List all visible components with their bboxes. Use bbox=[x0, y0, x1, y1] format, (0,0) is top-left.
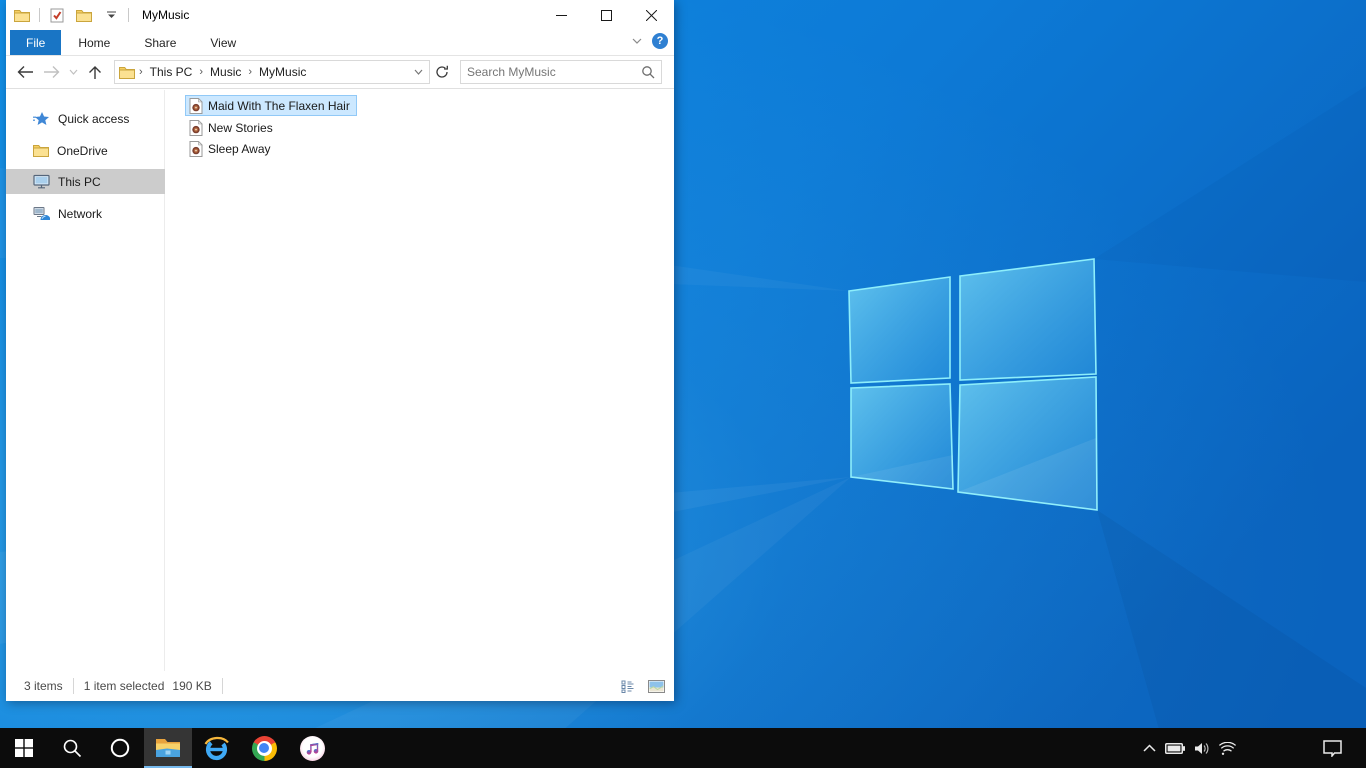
location-folder-icon bbox=[119, 66, 135, 79]
windows-start-icon bbox=[15, 739, 33, 757]
back-button[interactable] bbox=[12, 59, 38, 85]
breadcrumb-mymusic[interactable]: MyMusic bbox=[259, 65, 306, 79]
start-button[interactable] bbox=[0, 728, 48, 768]
large-thumbnails-view-button[interactable] bbox=[646, 676, 666, 696]
breadcrumb-music[interactable]: Music bbox=[210, 65, 241, 79]
onedrive-folder-icon bbox=[33, 144, 49, 157]
minimize-button[interactable] bbox=[539, 0, 584, 30]
tab-view[interactable]: View bbox=[193, 30, 253, 55]
customize-quick-access-chevron[interactable] bbox=[101, 4, 121, 26]
action-center-button[interactable] bbox=[1312, 728, 1352, 768]
up-button[interactable] bbox=[82, 59, 108, 85]
sidebar-item-quick-access[interactable]: Quick access bbox=[6, 106, 165, 131]
forward-button[interactable] bbox=[38, 59, 64, 85]
status-separator bbox=[221, 678, 223, 694]
breadcrumb-this-pc[interactable]: This PC bbox=[150, 65, 193, 79]
chrome-icon bbox=[251, 735, 277, 761]
chrome-button[interactable] bbox=[240, 728, 288, 768]
ribbon-right-controls: ? bbox=[632, 33, 668, 49]
system-tray bbox=[1143, 728, 1236, 768]
tab-home[interactable]: Home bbox=[61, 30, 127, 55]
tab-file[interactable]: File bbox=[10, 30, 62, 55]
itunes-button[interactable] bbox=[288, 728, 336, 768]
sidebar-item-label: This PC bbox=[58, 174, 101, 189]
navigation-toolbar: › This PC › Music › MyMusic bbox=[6, 56, 674, 89]
ribbon-tab-bar: File Home Share View bbox=[6, 30, 674, 56]
file-explorer-icon bbox=[156, 739, 180, 757]
status-selected-count: 1 item selected bbox=[83, 679, 165, 693]
action-center-icon bbox=[1322, 739, 1342, 757]
sidebar-item-label: Network bbox=[58, 206, 103, 221]
network-icon bbox=[33, 206, 50, 221]
help-button[interactable]: ? bbox=[652, 33, 668, 49]
hidden-icons-chevron[interactable] bbox=[1143, 744, 1156, 752]
file-name: Maid With The Flaxen Hair bbox=[208, 98, 350, 113]
taskbar bbox=[0, 728, 1366, 768]
breadcrumb: › This PC › Music › MyMusic bbox=[139, 65, 410, 79]
sidebar-item-this-pc[interactable]: This PC bbox=[6, 169, 165, 194]
quick-access-toolbar: MyMusic bbox=[6, 0, 189, 30]
address-dropdown-chevron[interactable] bbox=[414, 69, 425, 75]
taskbar-search-button[interactable] bbox=[48, 728, 96, 768]
volume-icon[interactable] bbox=[1194, 742, 1210, 755]
properties-icon[interactable] bbox=[47, 4, 67, 26]
breadcrumb-separator: › bbox=[199, 66, 204, 78]
address-bar[interactable]: › This PC › Music › MyMusic bbox=[114, 60, 430, 84]
window-controls bbox=[539, 0, 674, 30]
file-explorer-window: MyMusic File Home Share View ? › This PC… bbox=[6, 0, 674, 701]
audio-file-icon bbox=[189, 97, 203, 114]
cortana-button[interactable] bbox=[96, 728, 144, 768]
title-bar: MyMusic bbox=[6, 0, 674, 30]
file-name: Sleep Away bbox=[208, 141, 271, 156]
expand-ribbon-chevron-icon[interactable] bbox=[632, 38, 642, 44]
status-separator bbox=[72, 678, 74, 694]
file-row-maid-with-the-flaxen-hair[interactable]: Maid With The Flaxen Hair bbox=[185, 95, 357, 116]
sidebar-item-onedrive[interactable]: OneDrive bbox=[6, 138, 165, 163]
audio-file-icon bbox=[189, 140, 203, 157]
sidebar-item-label: OneDrive bbox=[57, 143, 108, 158]
sidebar-item-label: Quick access bbox=[58, 111, 130, 126]
explorer-folder-icon[interactable] bbox=[12, 4, 32, 26]
tab-share[interactable]: Share bbox=[127, 30, 193, 55]
battery-icon[interactable] bbox=[1165, 742, 1185, 754]
new-folder-icon[interactable] bbox=[74, 4, 94, 26]
cortana-icon bbox=[110, 738, 130, 758]
breadcrumb-separator: › bbox=[139, 66, 143, 78]
close-button[interactable] bbox=[629, 0, 674, 30]
view-switcher bbox=[618, 671, 666, 701]
search-icon bbox=[63, 739, 82, 758]
quick-access-star-icon bbox=[33, 111, 50, 127]
window-title: MyMusic bbox=[142, 8, 190, 22]
maximize-button[interactable] bbox=[584, 0, 629, 30]
search-box bbox=[460, 60, 662, 84]
status-bar: 3 items 1 item selected 190 KB bbox=[6, 671, 674, 701]
wifi-icon[interactable] bbox=[1219, 741, 1236, 755]
toolbar-separator bbox=[128, 8, 129, 22]
taskbar-file-explorer-button[interactable] bbox=[144, 728, 192, 768]
refresh-button[interactable] bbox=[430, 60, 454, 84]
navigation-pane: Quick access OneDrive This PC Network bbox=[6, 90, 165, 671]
breadcrumb-separator: › bbox=[248, 66, 253, 78]
status-selected-size: 190 KB bbox=[172, 679, 212, 693]
recent-locations-chevron[interactable] bbox=[64, 59, 82, 85]
file-name: New Stories bbox=[208, 120, 273, 135]
toolbar-separator bbox=[39, 8, 40, 22]
file-row-new-stories[interactable]: New Stories bbox=[185, 117, 280, 138]
details-view-button[interactable] bbox=[618, 676, 638, 696]
sidebar-item-network[interactable]: Network bbox=[6, 201, 165, 226]
this-pc-icon bbox=[33, 174, 50, 189]
internet-explorer-button[interactable] bbox=[192, 728, 240, 768]
search-icon[interactable] bbox=[641, 65, 655, 79]
itunes-icon bbox=[299, 735, 325, 761]
file-row-sleep-away[interactable]: Sleep Away bbox=[185, 138, 278, 159]
internet-explorer-icon bbox=[204, 736, 229, 760]
audio-file-icon bbox=[189, 119, 203, 136]
search-input[interactable] bbox=[467, 65, 641, 79]
status-items-count: 3 items bbox=[24, 679, 63, 693]
